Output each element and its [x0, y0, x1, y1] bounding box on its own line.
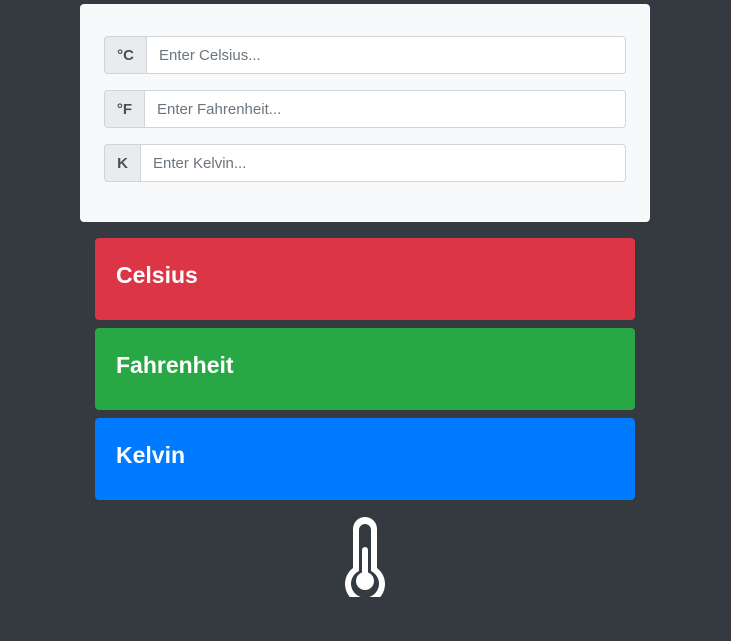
converter-input-card: °C °F K: [80, 4, 650, 222]
fahrenheit-result-card: Fahrenheit: [95, 328, 635, 410]
celsius-input-group: °C: [104, 36, 626, 74]
kelvin-input-group: K: [104, 144, 626, 182]
celsius-result-card: Celsius: [95, 238, 635, 320]
kelvin-unit-label: K: [104, 144, 140, 182]
celsius-input[interactable]: [146, 36, 626, 74]
fahrenheit-input[interactable]: [144, 90, 626, 128]
fahrenheit-input-group: °F: [104, 90, 626, 128]
kelvin-input[interactable]: [140, 144, 626, 182]
celsius-result-label: Celsius: [116, 261, 198, 288]
thermometer-icon: [343, 515, 387, 604]
kelvin-result-card: Kelvin: [95, 418, 635, 500]
celsius-unit-label: °C: [104, 36, 146, 74]
fahrenheit-result-label: Fahrenheit: [116, 351, 234, 378]
fahrenheit-unit-label: °F: [104, 90, 144, 128]
kelvin-result-label: Kelvin: [116, 441, 186, 468]
